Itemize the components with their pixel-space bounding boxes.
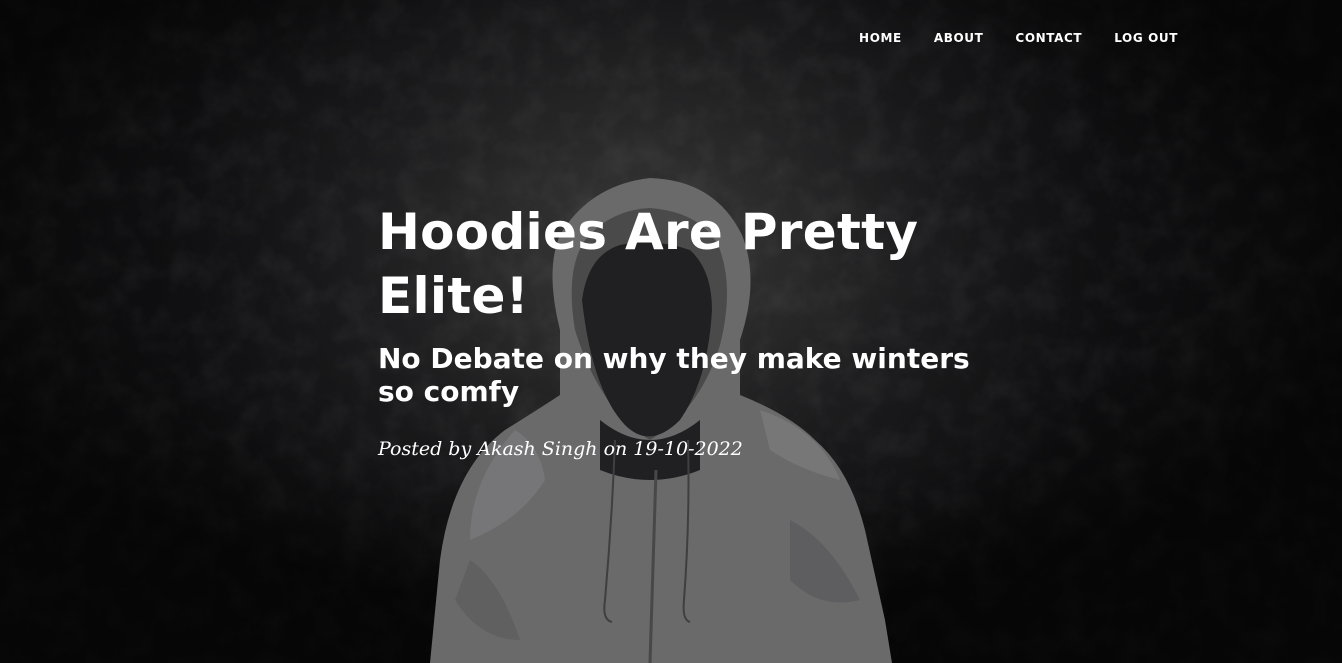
masthead: HOME ABOUT CONTACT LOG OUT Hoodies Are P… [0,0,1342,663]
post-subtitle: No Debate on why they make winters so co… [378,342,970,408]
nav-about-link[interactable]: ABOUT [918,30,1000,46]
main-nav: HOME ABOUT CONTACT LOG OUT [843,30,1178,46]
post-title: Hoodies Are Pretty Elite! [378,203,919,325]
post-heading: Hoodies Are Pretty Elite! No Debate on w… [378,200,978,462]
nav-logout-link[interactable]: LOG OUT [1098,30,1178,46]
nav-contact-link[interactable]: CONTACT [999,30,1098,46]
post-meta: Posted by Akash Singh on 19-10-2022 [378,438,743,460]
nav-home-link[interactable]: HOME [843,30,918,46]
